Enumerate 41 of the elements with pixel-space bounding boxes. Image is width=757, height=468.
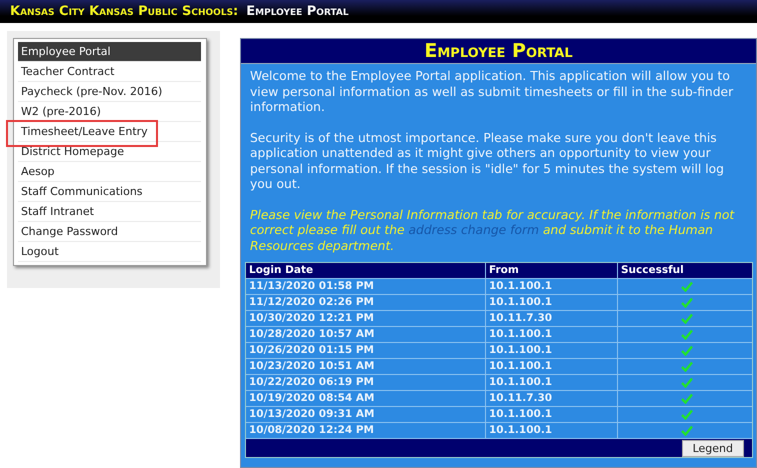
table-cell: 10.1.100.1 — [486, 343, 618, 358]
table-cell: 10/08/2020 12:24 PM — [246, 423, 486, 438]
menu-item[interactable]: Change Password — [18, 222, 201, 242]
table-cell: 10.1.100.1 — [486, 279, 618, 294]
welcome-paragraph: Welcome to the Employee Portal application. This application will allow you to view personal information as well as submit timesheets or fill in the sub-finder information. — [250, 69, 734, 116]
menu-item[interactable]: Paycheck (pre-Nov. 2016) — [18, 82, 201, 102]
table-cell: 10.1.100.1 — [486, 407, 618, 422]
table-cell: 10.1.100.1 — [486, 375, 618, 390]
menu-item[interactable]: District Homepage — [18, 142, 201, 162]
table-cell: 11/12/2020 02:26 PM — [246, 295, 486, 310]
organization-name: Kansas City Kansas Public Schools: — [10, 4, 238, 19]
menu-item[interactable]: Staff Intranet — [18, 202, 201, 222]
panel-title: Employee Portal — [241, 39, 756, 64]
menu-item[interactable]: W2 (pre-2016) — [18, 102, 201, 122]
menu-item[interactable]: Logout — [18, 242, 201, 262]
table-cell: 10/13/2020 09:31 AM — [246, 407, 486, 422]
menu-item[interactable]: Timesheet/Leave Entry — [18, 122, 201, 142]
table-cell: 10.1.100.1 — [486, 423, 618, 438]
table-cell: 10.1.100.1 — [486, 295, 618, 310]
column-header: Login Date — [246, 263, 486, 278]
legend-button[interactable]: Legend — [682, 440, 744, 457]
table-cell: 10/22/2020 06:19 PM — [246, 375, 486, 390]
menu-item[interactable]: Aesop — [18, 162, 201, 182]
table-cell: 10.11.7.30 — [486, 311, 618, 326]
table-cell: 10/30/2020 12:21 PM — [246, 311, 486, 326]
column-header: Successful — [620, 263, 685, 278]
table-cell: 11/13/2020 01:58 PM — [246, 279, 486, 294]
welcome-paragraph: Security is of the utmost importance. Please make sure you don't leave this application unattended as it might give others an opportunity to view your personal information. If the session is "idle" for 5 minutes the system will log you out. — [250, 130, 725, 192]
app-name: Employee Portal — [246, 4, 349, 19]
table-cell: 10/19/2020 08:54 AM — [246, 391, 486, 406]
table-cell: 10/26/2020 01:15 PM — [246, 343, 486, 358]
table-cell: 10/28/2020 10:57 AM — [246, 327, 486, 342]
menu-item[interactable]: Employee Portal — [18, 42, 201, 62]
table-cell: 10.11.7.30 — [486, 391, 618, 406]
table-cell: 10.1.100.1 — [486, 359, 618, 374]
menu-item[interactable]: Staff Communications — [18, 182, 201, 202]
column-header: From — [486, 263, 618, 278]
menu-item[interactable]: Teacher Contract — [18, 62, 201, 82]
table-cell: 10.1.100.1 — [486, 327, 618, 342]
table-cell: 10/23/2020 10:51 AM — [246, 359, 486, 374]
notice-paragraph: Please view the Personal Information tab for accuracy. If the information is not correct please fill out the address change form and submit it to the Human Resources department. — [250, 208, 736, 254]
